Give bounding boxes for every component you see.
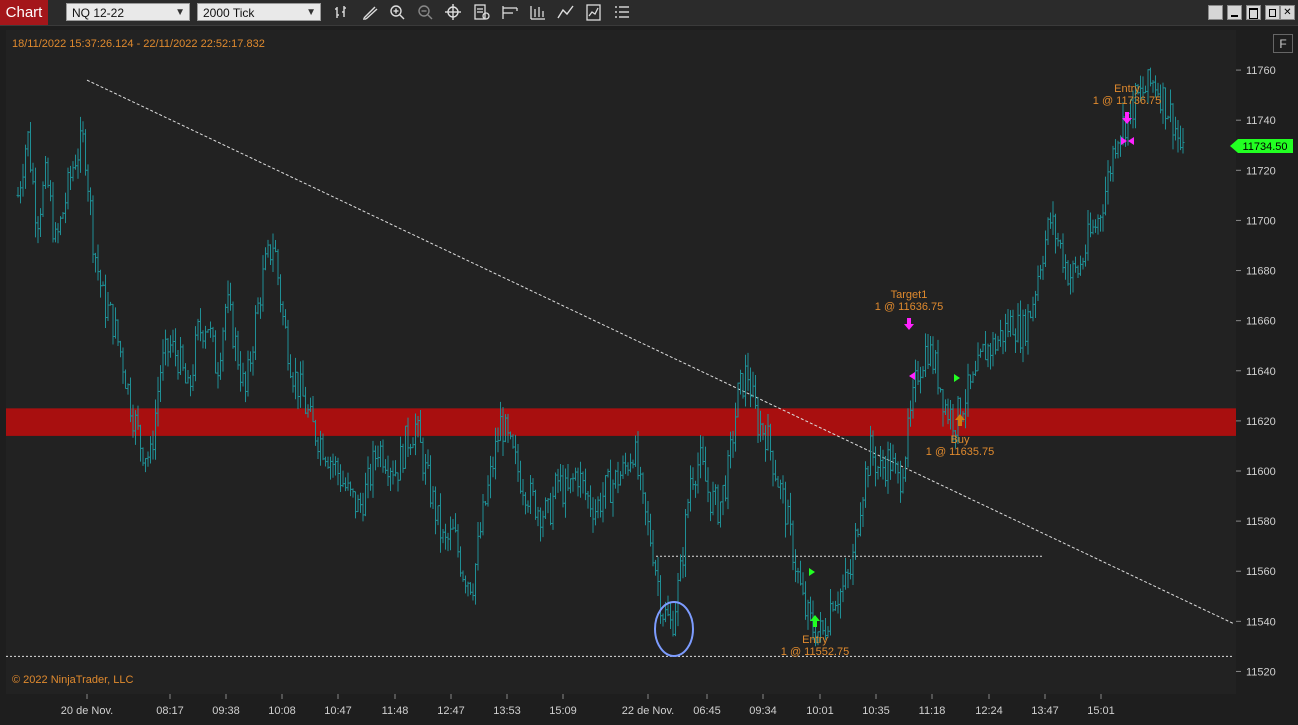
zoom-out-icon[interactable]: [416, 3, 436, 22]
maximize-icon[interactable]: [1265, 5, 1280, 20]
properties-icon[interactable]: [472, 3, 492, 22]
snap-icon[interactable]: [1208, 5, 1223, 20]
bar-type-icon[interactable]: [332, 3, 352, 22]
maximize-icon[interactable]: [1246, 5, 1261, 20]
price-axis[interactable]: [1236, 30, 1298, 694]
chart-toolbar: Chart NQ 12-22 ▼ 2000 Tick ▼ ✕: [0, 0, 1298, 26]
close-icon[interactable]: ✕: [1280, 5, 1295, 20]
indicators-icon[interactable]: [556, 3, 576, 22]
interval-value: 2000 Tick: [203, 6, 255, 20]
chart-tab[interactable]: Chart: [0, 0, 48, 25]
instrument-selector[interactable]: NQ 12-22 ▼: [66, 3, 190, 21]
zoom-in-icon[interactable]: [388, 3, 408, 22]
data-box-icon[interactable]: [528, 3, 548, 22]
chart-plot-area[interactable]: [6, 30, 1236, 694]
list-icon[interactable]: [612, 3, 632, 22]
minimize-icon[interactable]: [1227, 5, 1242, 20]
draw-pencil-icon[interactable]: [360, 3, 380, 22]
chevron-down-icon: ▼: [175, 7, 185, 18]
f-button[interactable]: F: [1273, 34, 1293, 53]
interval-selector[interactable]: 2000 Tick ▼: [197, 3, 321, 21]
chevron-down-icon: ▼: [306, 7, 316, 18]
strategies-icon[interactable]: [584, 3, 604, 22]
time-axis[interactable]: [0, 694, 1298, 725]
crosshair-icon[interactable]: [444, 3, 464, 22]
templates-icon[interactable]: [500, 3, 520, 22]
instrument-value: NQ 12-22: [72, 6, 125, 20]
